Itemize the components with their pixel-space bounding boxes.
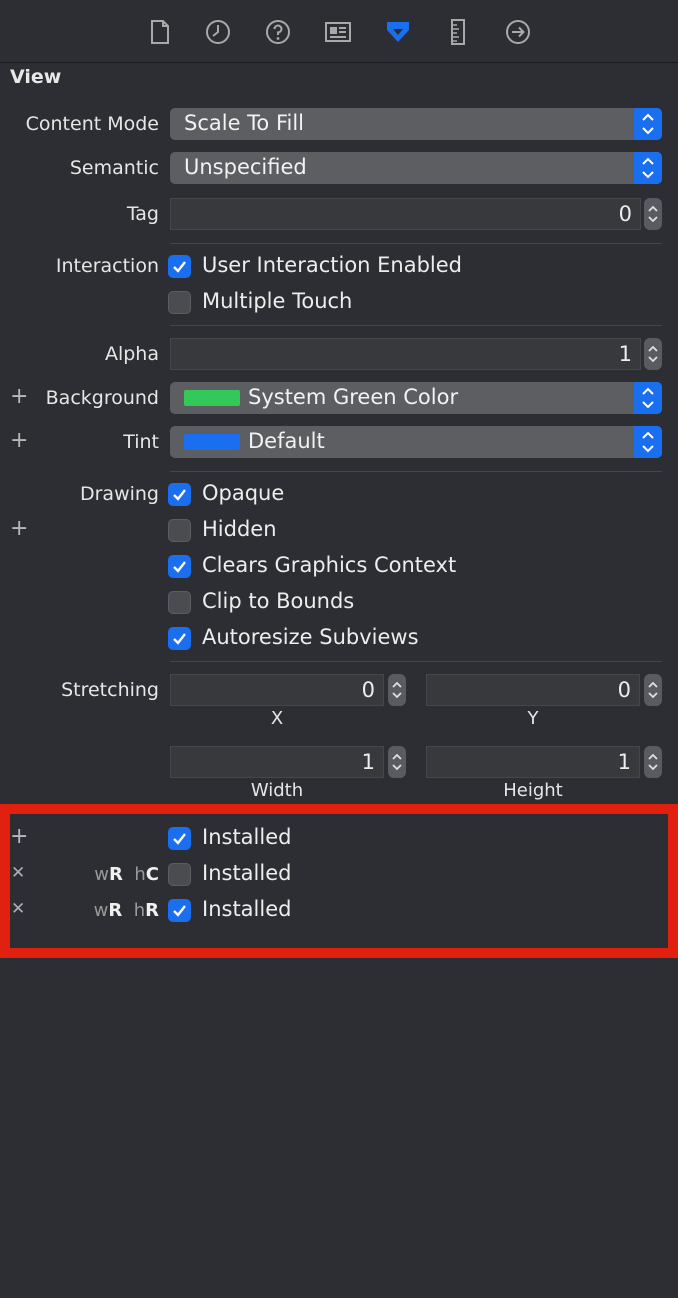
user-interaction-text: User Interaction Enabled [202,253,463,277]
clip-to-bounds-checkbox[interactable] [168,591,191,614]
opaque-checkbox[interactable] [168,483,191,506]
file-icon[interactable] [146,18,174,46]
semantic-popup[interactable]: Unspecified [170,152,662,184]
background-label: Background [45,387,159,409]
stretching-x-stepper[interactable] [388,674,406,706]
tag-label: Tag [126,203,159,225]
chevron-updown-icon [634,152,662,184]
clip-to-bounds-text: Clip to Bounds [202,589,355,613]
stretching-y-stepper[interactable] [644,674,662,706]
alpha-field[interactable]: 1 [170,338,641,370]
hidden-text: Hidden [202,517,277,541]
help-icon[interactable] [264,18,292,46]
tint-popup[interactable]: Default [170,426,662,458]
add-background-variation-icon[interactable]: + [10,384,28,409]
alpha-stepper[interactable] [644,338,662,370]
chevron-updown-icon [634,108,662,140]
attributes-icon[interactable] [384,18,412,46]
tag-stepper[interactable] [644,198,662,230]
hidden-checkbox[interactable] [168,519,191,542]
stretching-height-stepper[interactable] [644,746,662,778]
stretching-width-stepper[interactable] [388,746,406,778]
background-popup[interactable]: System Green Color [170,382,662,414]
clears-graphics-context-checkbox[interactable] [168,555,191,578]
stretching-height-field[interactable]: 1 [426,746,640,778]
divider [170,325,662,326]
tag-field[interactable]: 0 [170,198,641,230]
interaction-label: Interaction [55,255,159,277]
background-color-swatch [184,390,240,406]
tint-color-swatch [184,434,240,450]
stretching-x-caption: X [270,708,284,729]
add-hidden-variation-icon[interactable]: + [10,516,28,541]
tint-label: Tint [123,431,159,453]
stretching-x-value: 0 [361,678,375,702]
semantic-value: Unspecified [184,155,307,179]
clears-graphics-context-text: Clears Graphics Context [202,553,457,577]
semantic-label: Semantic [69,157,159,179]
content-mode-label: Content Mode [25,113,159,135]
alpha-value: 1 [618,342,632,366]
stretching-height-value: 1 [617,750,631,774]
tag-value: 0 [618,202,632,226]
opaque-text: Opaque [202,481,285,505]
multiple-touch-text: Multiple Touch [202,289,353,313]
connections-arrow-icon[interactable] [504,18,532,46]
content-mode-value: Scale To Fill [184,111,305,135]
identity-icon[interactable] [324,18,352,46]
stretching-width-field[interactable]: 1 [170,746,384,778]
user-interaction-checkbox[interactable] [168,255,191,278]
inspector-toolbar [0,0,678,63]
stretching-y-value: 0 [617,678,631,702]
background-value: System Green Color [248,385,459,409]
stretching-height-caption: Height [503,780,563,801]
multiple-touch-checkbox[interactable] [168,291,191,314]
autoresize-subviews-text: Autoresize Subviews [202,625,419,649]
stretching-y-caption: Y [527,708,539,729]
highlight-box [0,804,678,958]
divider [170,661,662,662]
stretching-label: Stretching [61,679,159,701]
add-tint-variation-icon[interactable]: + [10,428,28,453]
clock-history-icon[interactable] [204,18,232,46]
stretching-width-caption: Width [250,780,304,801]
autoresize-subviews-checkbox[interactable] [168,627,191,650]
stretching-y-field[interactable]: 0 [426,674,640,706]
ruler-icon[interactable] [444,18,472,46]
stretching-width-value: 1 [361,750,375,774]
chevron-updown-icon [634,382,662,414]
chevron-updown-icon [634,426,662,458]
alpha-label: Alpha [104,343,159,365]
drawing-label: Drawing [79,483,159,505]
tint-value: Default [248,429,325,453]
stretching-x-field[interactable]: 0 [170,674,384,706]
divider [170,243,662,244]
section-title: View [10,66,62,88]
content-mode-popup[interactable]: Scale To Fill [170,108,662,140]
divider [170,471,662,472]
